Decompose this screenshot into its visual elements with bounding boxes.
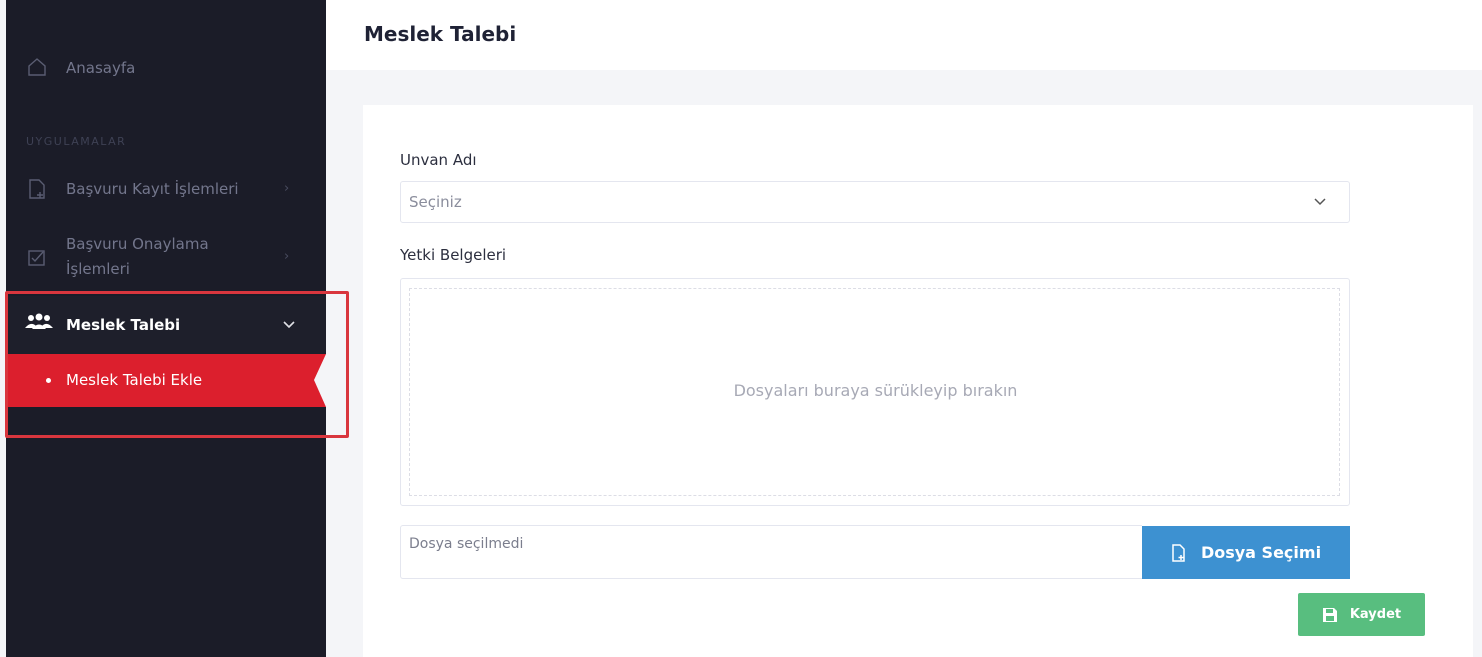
file-dropzone[interactable]: Dosyaları buraya sürükleyip bırakın (409, 288, 1340, 496)
floppy-disk-icon (1322, 607, 1337, 622)
save-button-label: Kaydet (1349, 607, 1402, 622)
file-select-button-label: Dosya Seçimi (1200, 543, 1322, 562)
file-select-button[interactable]: Dosya Seçimi (1142, 526, 1350, 579)
page-header: Meslek Talebi (326, 0, 1482, 70)
chevron-right-icon: › (284, 181, 290, 196)
file-add-icon (29, 179, 45, 199)
unvan-label: Unvan Adı (400, 151, 477, 169)
check-doc-icon (28, 250, 45, 266)
sidebar-item-label: Başvuru Kayıt İşlemleri (66, 180, 239, 198)
file-status-text: Dosya seçilmedi (409, 536, 524, 552)
page-title: Meslek Talebi (364, 22, 517, 46)
unvan-select[interactable]: Seçiniz (400, 181, 1350, 223)
file-name-field[interactable]: Dosya seçilmedi (400, 525, 1142, 579)
dropzone-text: Dosyaları buraya sürükleyip bırakın (733, 381, 1018, 400)
sidebar-section-title: UYGULAMALAR (26, 135, 127, 148)
sidebar-item-basvuru-onaylama[interactable]: Başvuru Onaylama İşlemleri › (6, 232, 326, 282)
sidebar: Anasayfa UYGULAMALAR Başvuru Kayıt İşlem… (6, 0, 326, 657)
sidebar-item-label: Meslek Talebi (66, 316, 181, 334)
sidebar-item-label-line2: İşlemleri (66, 260, 130, 278)
home-icon (28, 58, 46, 76)
submenu-item-label: Meslek Talebi Ekle (66, 371, 203, 389)
submenu-item-meslek-talebi-ekle[interactable]: Meslek Talebi Ekle (6, 354, 326, 407)
sidebar-item-label: Anasayfa (66, 59, 136, 77)
chevron-down-icon (283, 321, 295, 329)
sidebar-item-meslek-talebi[interactable]: Meslek Talebi (6, 296, 326, 354)
sidebar-item-label-line1: Başvuru Onaylama (66, 235, 209, 253)
sidebar-item-basvuru-kayit[interactable]: Başvuru Kayıt İşlemleri › (6, 177, 326, 202)
chevron-right-icon: › (284, 249, 290, 264)
users-icon (25, 313, 53, 329)
active-indicator (314, 354, 326, 407)
save-button[interactable]: Kaydet (1298, 593, 1425, 636)
yetki-label: Yetki Belgeleri (400, 246, 507, 264)
bullet-icon (46, 378, 51, 383)
file-add-icon (1172, 543, 1185, 562)
unvan-select-value: Seçiniz (409, 193, 462, 211)
chevron-down-icon (1314, 198, 1326, 206)
sidebar-item-home[interactable]: Anasayfa (6, 56, 326, 81)
